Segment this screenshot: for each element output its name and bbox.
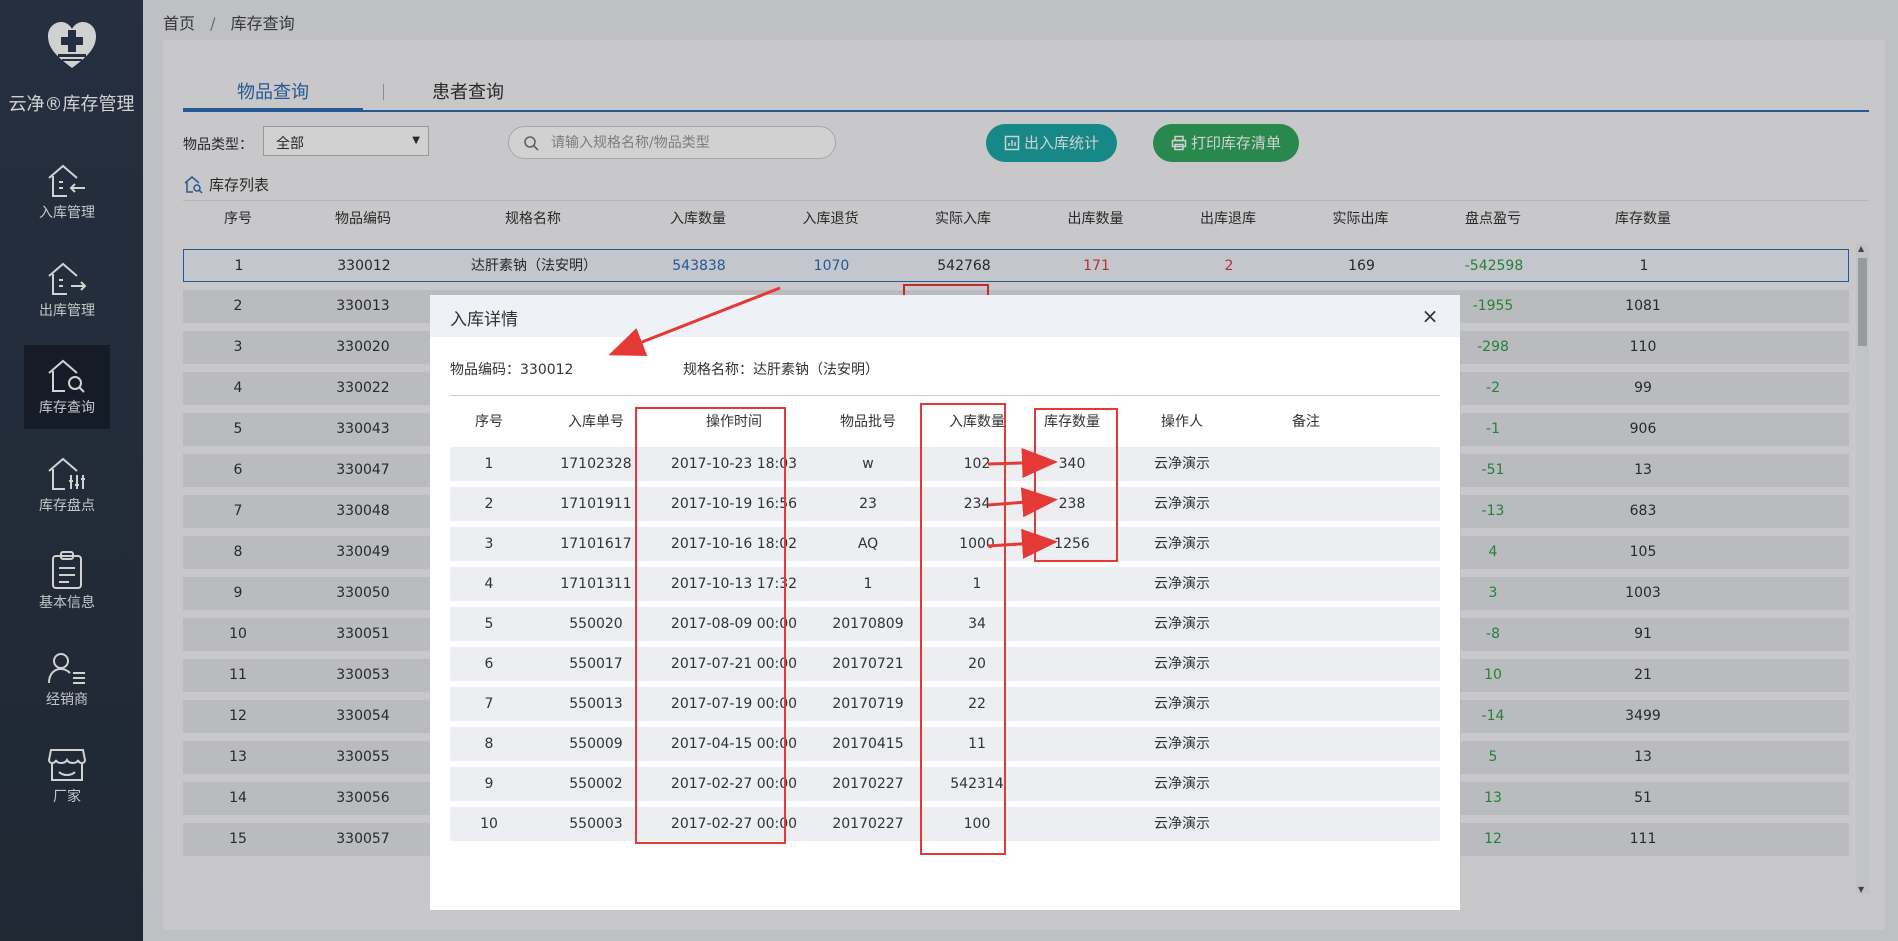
detail-cell-batch: 20170721 bbox=[832, 656, 904, 672]
detail-cell-note bbox=[1242, 527, 1370, 561]
detail-cell-batch: 1 bbox=[863, 576, 873, 592]
detail-cell-no: 5 bbox=[484, 616, 494, 632]
detail-cell-stock bbox=[1022, 647, 1122, 681]
detail-cell-op: 云净演示 bbox=[1154, 456, 1210, 472]
detail-cell-stock bbox=[1022, 687, 1122, 721]
detail-cell-op: 云净演示 bbox=[1154, 736, 1210, 752]
detail-cell-no: 2 bbox=[484, 496, 494, 512]
annotation-box-qty bbox=[920, 403, 1006, 855]
modal-title: 入库详情 bbox=[450, 310, 518, 330]
detail-cell-note bbox=[1242, 607, 1370, 641]
detail-cell-op: 云净演示 bbox=[1154, 776, 1210, 792]
col-header: 物品批号 bbox=[840, 414, 896, 430]
detail-cell-no: 7 bbox=[484, 696, 494, 712]
detail-cell-op: 云净演示 bbox=[1154, 696, 1210, 712]
col-header: 序号 bbox=[475, 414, 503, 430]
annotation-box-stock bbox=[1034, 408, 1118, 562]
detail-cell-note bbox=[1242, 567, 1370, 601]
detail-cell-no: 4 bbox=[484, 576, 494, 592]
detail-cell-stock bbox=[1022, 567, 1122, 601]
detail-cell-batch: 20170227 bbox=[832, 776, 904, 792]
detail-cell-stock bbox=[1022, 807, 1122, 841]
detail-cell-note bbox=[1242, 687, 1370, 721]
detail-cell-batch: 23 bbox=[859, 496, 877, 512]
detail-cell-batch: 20170809 bbox=[832, 616, 904, 632]
detail-cell-no: 8 bbox=[484, 736, 494, 752]
detail-cell-stock bbox=[1022, 607, 1122, 641]
detail-cell-op: 云净演示 bbox=[1154, 816, 1210, 832]
detail-cell-op: 云净演示 bbox=[1154, 536, 1210, 552]
detail-cell-batch: 20170719 bbox=[832, 696, 904, 712]
detail-cell-note bbox=[1242, 807, 1370, 841]
annotation-box-time bbox=[635, 407, 786, 844]
detail-cell-op: 云净演示 bbox=[1154, 616, 1210, 632]
detail-cell-note bbox=[1242, 447, 1370, 481]
detail-cell-no: 6 bbox=[484, 656, 494, 672]
detail-cell-note bbox=[1242, 487, 1370, 521]
divider bbox=[450, 395, 1440, 396]
detail-cell-note bbox=[1242, 767, 1370, 801]
col-header: 备注 bbox=[1292, 414, 1320, 430]
col-header: 操作人 bbox=[1161, 414, 1203, 430]
detail-cell-op: 云净演示 bbox=[1154, 576, 1210, 592]
detail-cell-batch: AQ bbox=[857, 536, 879, 552]
detail-cell-note bbox=[1242, 647, 1370, 681]
detail-cell-stock bbox=[1022, 767, 1122, 801]
detail-cell-no: 1 bbox=[484, 456, 494, 472]
detail-cell-no: 9 bbox=[484, 776, 494, 792]
detail-cell-batch: 20170415 bbox=[832, 736, 904, 752]
detail-cell-note bbox=[1242, 727, 1370, 761]
modal-header: 入库详情 × bbox=[430, 295, 1460, 337]
detail-cell-stock bbox=[1022, 727, 1122, 761]
detail-cell-op: 云净演示 bbox=[1154, 496, 1210, 512]
item-name-label: 规格名称：达肝素钠（法安明） bbox=[683, 362, 879, 378]
detail-cell-batch: w bbox=[862, 456, 874, 472]
detail-cell-batch: 20170227 bbox=[832, 816, 904, 832]
item-code-label: 物品编码：330012 bbox=[450, 362, 574, 378]
close-icon[interactable]: × bbox=[1420, 304, 1440, 328]
detail-cell-op: 云净演示 bbox=[1154, 656, 1210, 672]
detail-cell-no: 3 bbox=[484, 536, 494, 552]
detail-cell-no: 10 bbox=[480, 816, 498, 832]
